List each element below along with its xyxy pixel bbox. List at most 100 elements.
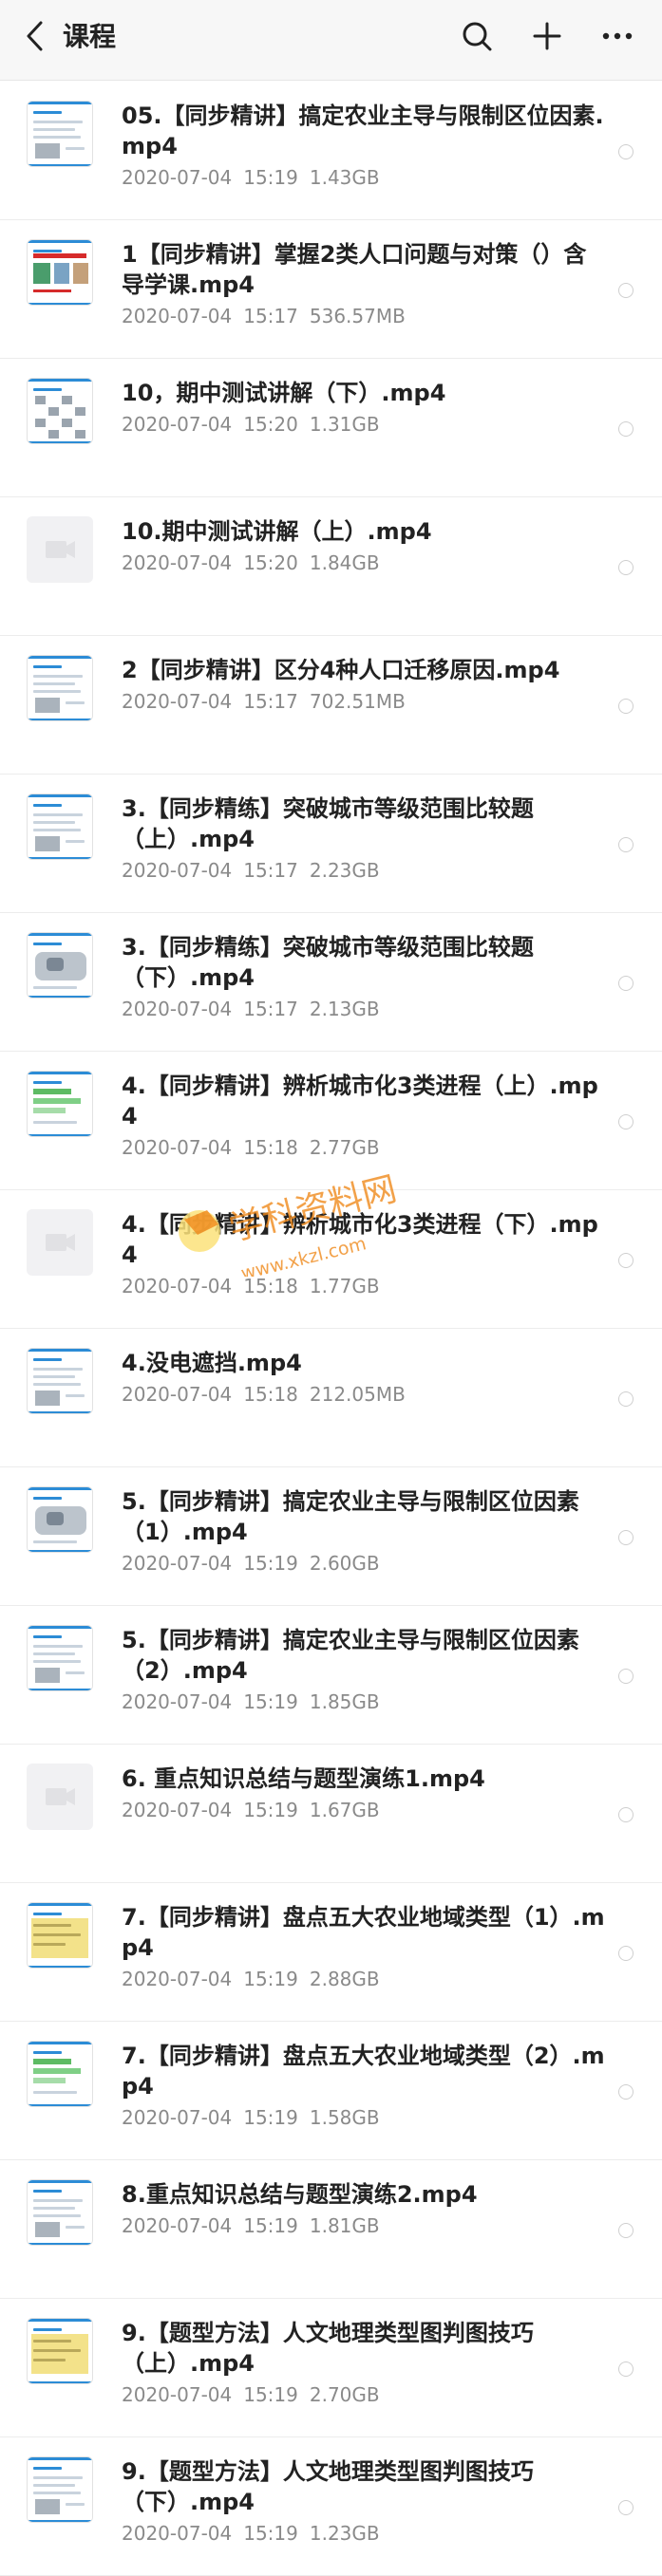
select-radio[interactable]	[618, 699, 634, 714]
file-size: 212.05MB	[309, 1383, 406, 1406]
file-row[interactable]: 3.【同步精练】突破城市等级范围比较题（上）.mp4 2020-07-04 15:1…	[0, 775, 662, 913]
file-row[interactable]: 5.【同步精讲】搞定农业主导与限制区位因素（2）.mp4 2020-07-04 15…	[0, 1606, 662, 1745]
file-meta: 2020-07-04 15:19 2.70GB	[122, 2382, 605, 2407]
file-time: 15:19	[243, 2383, 298, 2406]
video-thumbnail	[27, 2041, 93, 2107]
add-button[interactable]	[528, 17, 566, 55]
page-title: 课程	[63, 21, 117, 52]
file-row[interactable]: 9.【题型方法】人文地理类型图判图技巧（下）.mp4 2020-07-04 15:1…	[0, 2437, 662, 2576]
file-row[interactable]: 7.【同步精讲】盘点五大农业地域类型（1）.mp4 2020-07-04 15:19…	[0, 1883, 662, 2022]
more-button[interactable]	[598, 17, 636, 55]
video-thumbnail	[27, 1486, 93, 1553]
search-button[interactable]	[458, 17, 496, 55]
file-row[interactable]: 6. 重点知识总结与题型演练1.mp4 2020-07-04 15:19 1.67GB	[0, 1745, 662, 1883]
file-info: 05.【同步精讲】搞定农业主导与限制区位因素.mp4 2020-07-04 15:1…	[122, 101, 605, 190]
file-name: 4.【同步精讲】辨析城市化3类进程（上）.mp4	[122, 1073, 598, 1129]
select-radio[interactable]	[618, 1946, 634, 1961]
file-row[interactable]: 4.【同步精讲】辨析城市化3类进程（下）.mp4 2020-07-04 15:18 1…	[0, 1190, 662, 1329]
file-size: 2.13GB	[309, 998, 380, 1020]
file-date: 2020-07-04	[122, 2522, 233, 2545]
file-date: 2020-07-04	[122, 1275, 233, 1297]
file-size: 1.31GB	[309, 413, 380, 436]
video-thumbnail	[27, 101, 93, 167]
file-row[interactable]: 5.【同步精讲】搞定农业主导与限制区位因素（1）.mp4 2020-07-04 15…	[0, 1467, 662, 1606]
file-name: 8.重点知识总结与题型演练2.mp4	[122, 2181, 478, 2208]
file-time: 15:19	[243, 1968, 298, 1990]
file-info: 6. 重点知识总结与题型演练1.mp4 2020-07-04 15:19 1.67GB	[122, 1764, 605, 1822]
select-radio[interactable]	[618, 1669, 634, 1684]
file-time: 15:18	[243, 1275, 298, 1297]
file-row[interactable]: 10.期中测试讲解（上）.mp4 2020-07-04 15:20 1.84GB	[0, 497, 662, 636]
file-date: 2020-07-04	[122, 1968, 233, 1990]
file-row[interactable]: 1【同步精讲】掌握2类人口问题与对策（）含导学课.mp4 2020-07-04 15…	[0, 220, 662, 359]
select-radio[interactable]	[618, 2223, 634, 2238]
file-name: 3.【同步精练】突破城市等级范围比较题（下）.mp4	[122, 934, 534, 991]
file-info: 9.【题型方法】人文地理类型图判图技巧（上）.mp4 2020-07-04 15:1…	[122, 2318, 605, 2407]
top-app-bar: 课程	[0, 0, 662, 81]
file-info: 10，期中测试讲解（下）.mp4 2020-07-04 15:20 1.31GB	[122, 378, 605, 437]
file-name: 5.【同步精讲】搞定农业主导与限制区位因素（2）.mp4	[122, 1627, 579, 1684]
back-button[interactable]	[17, 19, 51, 53]
file-time: 15:18	[243, 1383, 298, 1406]
file-size: 2.88GB	[309, 1968, 380, 1990]
file-info: 4.【同步精讲】辨析城市化3类进程（上）.mp4 2020-07-04 15:18 2…	[122, 1071, 605, 1160]
select-radio[interactable]	[618, 837, 634, 852]
video-thumbnail	[27, 1348, 93, 1414]
file-date: 2020-07-04	[122, 1136, 233, 1159]
video-camera-icon	[46, 541, 75, 558]
file-row[interactable]: 3.【同步精练】突破城市等级范围比较题（下）.mp4 2020-07-04 15:1…	[0, 913, 662, 1052]
select-radio[interactable]	[618, 2500, 634, 2515]
file-meta: 2020-07-04 15:18 2.77GB	[122, 1135, 605, 1160]
select-radio[interactable]	[618, 421, 634, 437]
video-thumbnail	[27, 1625, 93, 1691]
file-row[interactable]: 10，期中测试讲解（下）.mp4 2020-07-04 15:20 1.31GB	[0, 359, 662, 497]
file-name: 3.【同步精练】突破城市等级范围比较题（上）.mp4	[122, 795, 534, 852]
file-meta: 2020-07-04 15:19 2.88GB	[122, 1967, 605, 1991]
file-time: 15:19	[243, 1799, 298, 1821]
file-time: 15:17	[243, 998, 298, 1020]
search-icon	[463, 22, 492, 51]
file-size: 1.85GB	[309, 1690, 380, 1713]
select-radio[interactable]	[618, 1530, 634, 1545]
select-radio[interactable]	[618, 560, 634, 575]
video-thumbnail	[27, 1902, 93, 1969]
select-radio[interactable]	[618, 1391, 634, 1407]
file-row[interactable]: 4.【同步精讲】辨析城市化3类进程（上）.mp4 2020-07-04 15:18 2…	[0, 1052, 662, 1190]
file-row[interactable]: 2【同步精讲】区分4种人口迁移原因.mp4 2020-07-04 15:17 702.…	[0, 636, 662, 775]
select-radio[interactable]	[618, 2084, 634, 2100]
select-radio[interactable]	[618, 2361, 634, 2377]
file-row[interactable]: 9.【题型方法】人文地理类型图判图技巧（上）.mp4 2020-07-04 15:1…	[0, 2299, 662, 2437]
file-name: 4.没电遮挡.mp4	[122, 1350, 302, 1376]
video-thumbnail	[27, 2318, 93, 2384]
select-radio[interactable]	[618, 144, 634, 159]
file-name: 2【同步精讲】区分4种人口迁移原因.mp4	[122, 657, 560, 683]
file-row[interactable]: 4.没电遮挡.mp4 2020-07-04 15:18 212.05MB	[0, 1329, 662, 1467]
video-thumbnail	[27, 2456, 93, 2523]
file-date: 2020-07-04	[122, 166, 233, 189]
file-name: 10.期中测试讲解（上）.mp4	[122, 518, 432, 545]
video-thumbnail-placeholder	[27, 1209, 93, 1276]
file-row[interactable]: 05.【同步精讲】搞定农业主导与限制区位因素.mp4 2020-07-04 15:1…	[0, 82, 662, 220]
select-radio[interactable]	[618, 283, 634, 298]
file-date: 2020-07-04	[122, 305, 233, 327]
file-info: 3.【同步精练】突破城市等级范围比较题（上）.mp4 2020-07-04 15:1…	[122, 793, 605, 883]
file-size: 702.51MB	[309, 690, 406, 713]
file-info: 3.【同步精练】突破城市等级范围比较题（下）.mp4 2020-07-04 15:1…	[122, 932, 605, 1021]
select-radio[interactable]	[618, 1114, 634, 1129]
file-size: 536.57MB	[309, 305, 406, 327]
file-info: 4.【同步精讲】辨析城市化3类进程（下）.mp4 2020-07-04 15:18 1…	[122, 1209, 605, 1298]
file-size: 1.23GB	[309, 2522, 380, 2545]
file-date: 2020-07-04	[122, 690, 233, 713]
select-radio[interactable]	[618, 1807, 634, 1822]
file-time: 15:19	[243, 2214, 298, 2237]
file-info: 10.期中测试讲解（上）.mp4 2020-07-04 15:20 1.84GB	[122, 516, 605, 575]
file-meta: 2020-07-04 15:18 1.77GB	[122, 1274, 605, 1298]
file-time: 15:17	[243, 690, 298, 713]
file-row[interactable]: 8.重点知识总结与题型演练2.mp4 2020-07-04 15:19 1.81GB	[0, 2160, 662, 2299]
file-row[interactable]: 7.【同步精讲】盘点五大农业地域类型（2）.mp4 2020-07-04 15:19…	[0, 2022, 662, 2160]
select-radio[interactable]	[618, 976, 634, 991]
file-name: 05.【同步精讲】搞定农业主导与限制区位因素.mp4	[122, 103, 604, 159]
select-radio[interactable]	[618, 1253, 634, 1268]
file-size: 1.81GB	[309, 2214, 380, 2237]
file-meta: 2020-07-04 15:17 702.51MB	[122, 689, 605, 714]
